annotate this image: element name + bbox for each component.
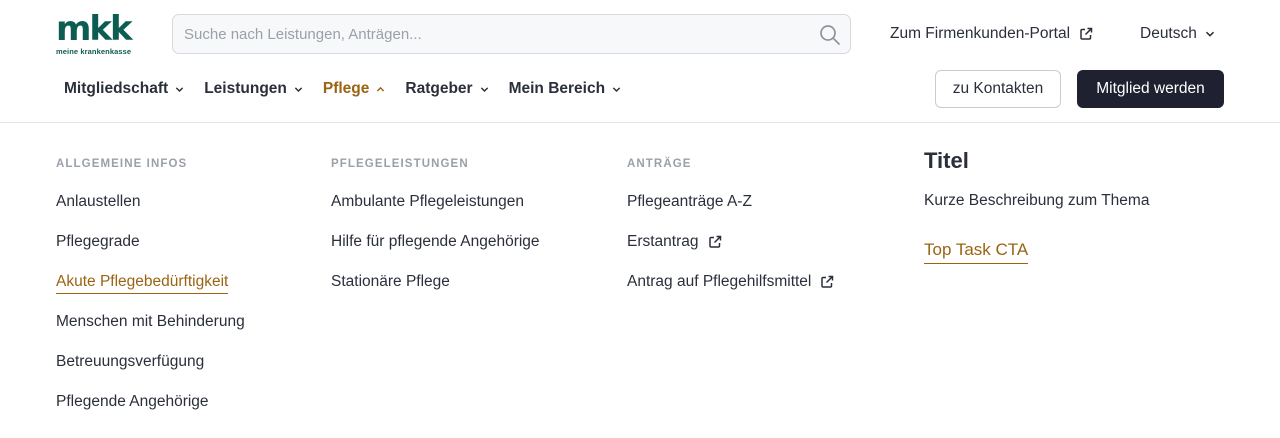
menu-link-label: Erstantrag bbox=[627, 233, 699, 250]
chevron-down-icon bbox=[1205, 31, 1214, 37]
nav-item-label: Pflege bbox=[322, 80, 370, 97]
menu-item: Pflegeanträge A-Z bbox=[627, 193, 834, 233]
menu-link-antrag-pflegehilfsmittel[interactable]: Antrag auf Pflegehilfsmittel bbox=[627, 273, 834, 291]
logo-wordmark: mkk bbox=[56, 9, 133, 49]
menu-link-pflegeantraege-a-z[interactable]: Pflegeanträge A-Z bbox=[627, 193, 752, 211]
menu-list: Pflegeanträge A-Z Erstantrag Antrag auf … bbox=[627, 193, 834, 313]
external-link-icon bbox=[708, 235, 721, 248]
nav-item-pflege[interactable]: Pflege bbox=[323, 80, 386, 98]
column-heading: ANTRÄGE bbox=[627, 158, 692, 170]
search-input[interactable] bbox=[184, 24, 794, 44]
main-navigation: Mitgliedschaft Leistungen Pflege Ratgebe… bbox=[64, 79, 641, 99]
chevron-down-icon bbox=[176, 86, 184, 92]
menu-item: Stationäre Pflege bbox=[331, 273, 540, 313]
become-member-button[interactable]: Mitglied werden bbox=[1077, 70, 1224, 108]
business-portal-link[interactable]: Zum Firmenkunden-Portal bbox=[890, 24, 1093, 44]
menu-link-betreuungsverfuegung[interactable]: Betreuungsverfügung bbox=[56, 353, 204, 371]
menu-link-erstantrag[interactable]: Erstantrag bbox=[627, 233, 722, 251]
menu-column-care-services: PFLEGELEISTUNGEN Ambulante Pflegeleistun… bbox=[331, 157, 540, 313]
contacts-button[interactable]: zu Kontakten bbox=[935, 70, 1061, 108]
nav-item-mein-bereich[interactable]: Mein Bereich bbox=[509, 80, 621, 98]
menu-item: Akute Pflegebedürftigkeit bbox=[56, 273, 245, 313]
feature-description: Kurze Beschreibung zum Thema bbox=[924, 192, 1150, 209]
menu-item: Anlaustellen bbox=[56, 193, 245, 233]
menu-item: Menschen mit Behinderung bbox=[56, 313, 245, 353]
nav-item-label: Ratgeber bbox=[405, 80, 473, 97]
menu-link-anlaustellen[interactable]: Anlaustellen bbox=[56, 193, 140, 211]
language-label: Deutsch bbox=[1140, 25, 1197, 42]
menu-column-applications: ANTRÄGE Pflegeanträge A-Z Erstantrag Ant… bbox=[627, 157, 834, 313]
nav-item-label: Mitgliedschaft bbox=[64, 80, 169, 97]
search-bar bbox=[172, 14, 851, 54]
menu-column-general-info: ALLGEMEINE INFOS Anlaustellen Pflegegrad… bbox=[56, 157, 245, 433]
menu-item: Pflegende Angehörige bbox=[56, 393, 245, 433]
menu-link-pflegegrade[interactable]: Pflegegrade bbox=[56, 233, 140, 251]
nav-item-ratgeber[interactable]: Ratgeber bbox=[405, 80, 488, 98]
chevron-up-icon bbox=[377, 86, 385, 92]
menu-link-hilfe-fuer-pflegende-angehoerige[interactable]: Hilfe für pflegende Angehörige bbox=[331, 233, 540, 251]
language-selector[interactable]: Deutsch bbox=[1140, 24, 1215, 44]
chevron-down-icon bbox=[294, 86, 303, 92]
menu-item: Erstantrag bbox=[627, 233, 834, 273]
nav-item-mitgliedschaft[interactable]: Mitgliedschaft bbox=[64, 80, 184, 98]
menu-link-akute-pflegebeduerftigkeit[interactable]: Akute Pflegebedürftigkeit bbox=[56, 273, 229, 294]
menu-item: Betreuungsverfügung bbox=[56, 353, 245, 393]
menu-list: Ambulante Pflegeleistungen Hilfe für pfl… bbox=[331, 193, 540, 313]
menu-link-pflegende-angehoerige[interactable]: Pflegende Angehörige bbox=[56, 393, 209, 411]
menu-list: Anlaustellen Pflegegrade Akute Pflegebed… bbox=[56, 193, 245, 433]
logo-subtitle: meine krankenkasse bbox=[56, 47, 132, 56]
column-heading: ALLGEMEINE INFOS bbox=[56, 158, 188, 170]
header-divider bbox=[0, 122, 1280, 123]
menu-item: Hilfe für pflegende Angehörige bbox=[331, 233, 540, 273]
menu-feature-teaser: Titel Kurze Beschreibung zum Thema Top T… bbox=[924, 148, 1244, 264]
business-portal-label: Zum Firmenkunden-Portal bbox=[890, 25, 1071, 42]
chevron-down-icon bbox=[480, 86, 488, 92]
nav-item-leistungen[interactable]: Leistungen bbox=[204, 80, 303, 98]
menu-item: Ambulante Pflegeleistungen bbox=[331, 193, 540, 233]
feature-cta-link[interactable]: Top Task CTA bbox=[924, 240, 1029, 264]
menu-link-menschen-mit-behinderung[interactable]: Menschen mit Behinderung bbox=[56, 313, 245, 331]
menu-item: Pflegegrade bbox=[56, 233, 245, 273]
nav-item-label: Leistungen bbox=[204, 80, 287, 97]
external-link-icon bbox=[821, 275, 834, 288]
menu-link-stationaere-pflege[interactable]: Stationäre Pflege bbox=[331, 273, 450, 291]
column-heading: PFLEGELEISTUNGEN bbox=[331, 158, 469, 170]
logo[interactable]: mkk meine krankenkasse bbox=[56, 12, 136, 56]
external-link-icon bbox=[1080, 27, 1093, 40]
search-icon[interactable] bbox=[818, 23, 842, 47]
menu-link-label: Antrag auf Pflegehilfsmittel bbox=[627, 273, 812, 290]
menu-item: Antrag auf Pflegehilfsmittel bbox=[627, 273, 834, 313]
chevron-down-icon bbox=[612, 86, 621, 92]
nav-item-label: Mein Bereich bbox=[508, 80, 606, 97]
feature-title: Titel bbox=[924, 148, 969, 173]
menu-link-ambulante-pflegeleistungen[interactable]: Ambulante Pflegeleistungen bbox=[331, 193, 524, 211]
